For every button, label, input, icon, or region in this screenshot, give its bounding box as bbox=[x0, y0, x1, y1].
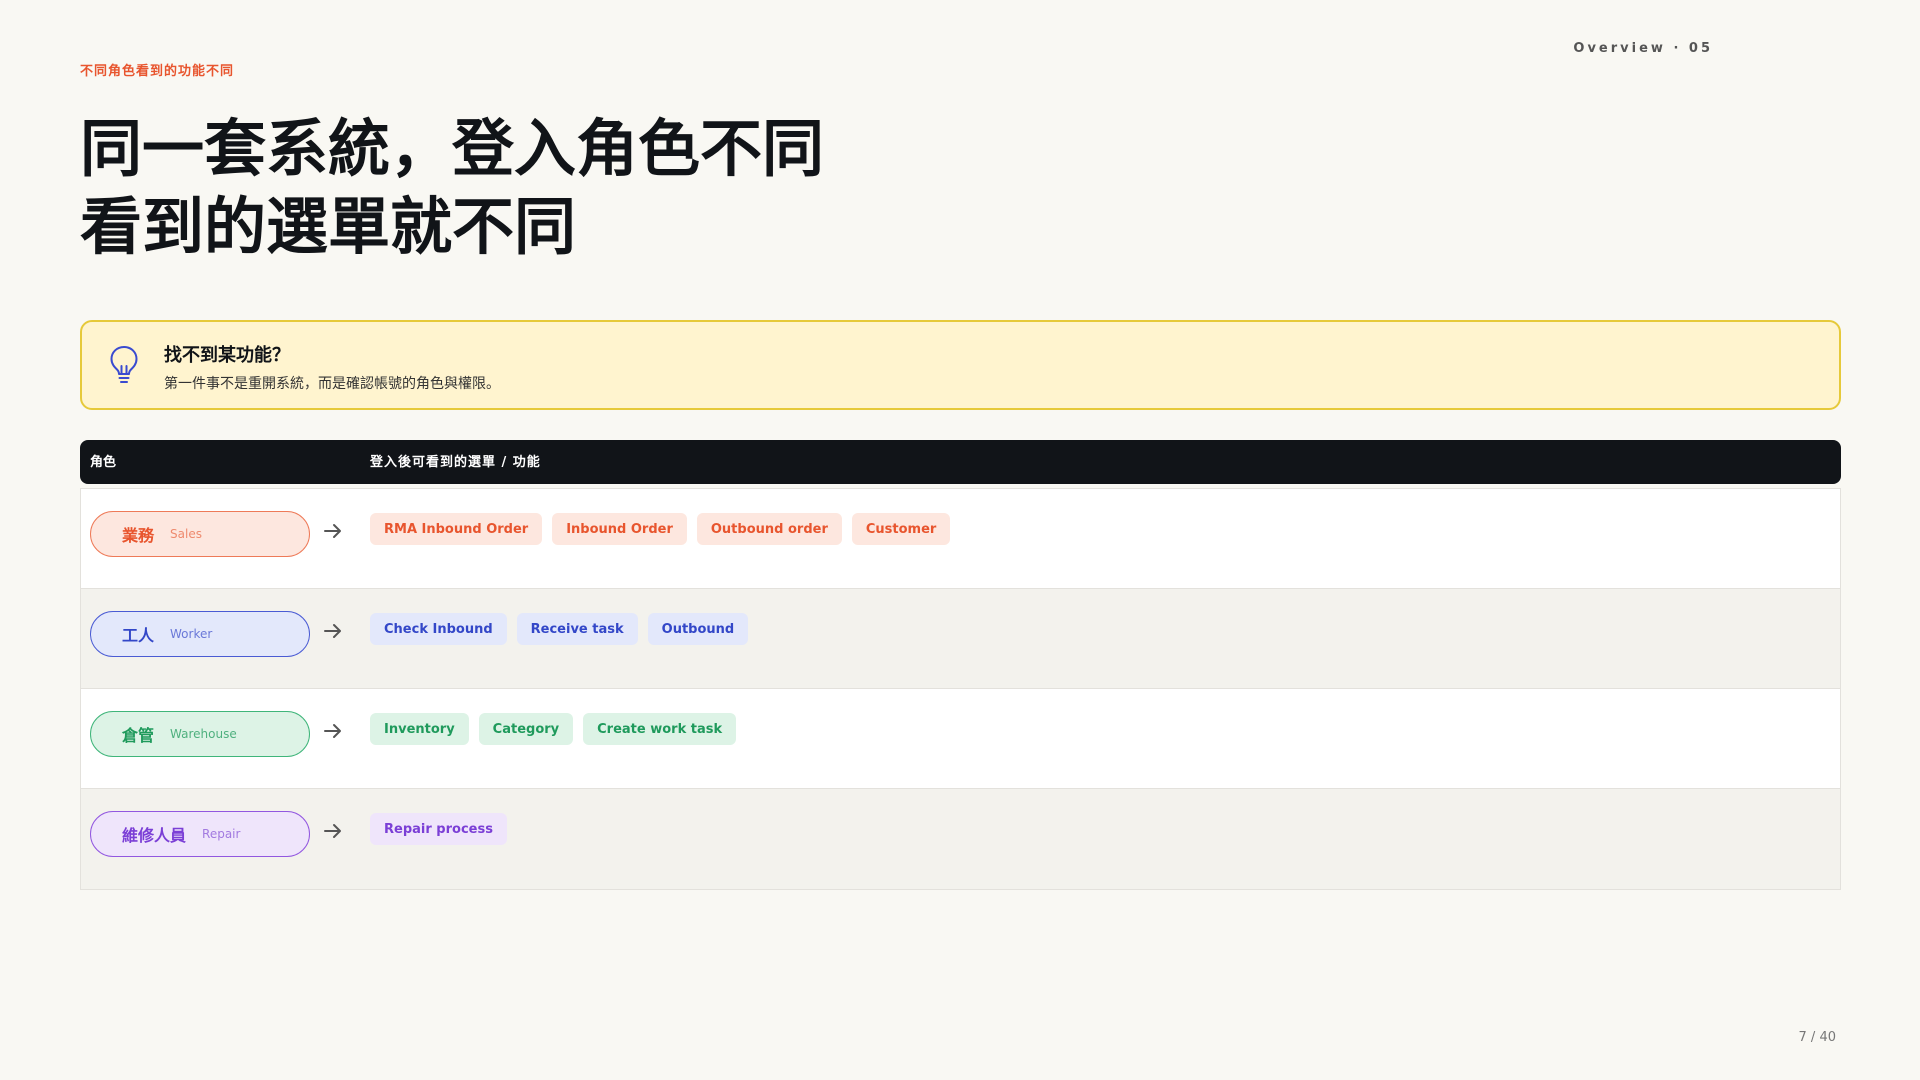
role-name-en: Warehouse bbox=[170, 727, 237, 741]
menu-item-chip: Outbound bbox=[647, 613, 749, 645]
role-name-en: Sales bbox=[170, 527, 202, 541]
tip-callout: 找不到某功能？ 第一件事不是重開系統，而是確認帳號的角色與權限。 bbox=[80, 320, 1841, 410]
arrow-right-icon bbox=[324, 824, 341, 838]
callout-title: 找不到某功能？ bbox=[164, 345, 290, 366]
menu-items: Inventory Category Create work task bbox=[370, 713, 737, 745]
menu-item-chip: Create work task bbox=[583, 713, 737, 745]
table-row: 倉管 Warehouse Inventory Category Create work … bbox=[81, 689, 1840, 789]
role-name: 業務 bbox=[122, 526, 155, 545]
menu-item-chip: Receive task bbox=[516, 613, 638, 645]
menu-item-chip: Inventory bbox=[370, 713, 469, 745]
role-badge: 工人 Worker bbox=[90, 611, 310, 657]
table-row: 工人 Worker Check Inbound Receive task Outboun… bbox=[81, 589, 1840, 689]
role-badge: 維修人員 Repair bbox=[90, 811, 310, 857]
menu-item-chip: Customer bbox=[851, 513, 951, 545]
role-menu-table: 角色 登入後可看到的選單 / 功能 業務 Sales RMA Inbound Ord… bbox=[80, 440, 1841, 890]
table-header: 角色 登入後可看到的選單 / 功能 bbox=[80, 440, 1841, 484]
menu-item-chip: Category bbox=[478, 713, 574, 745]
role-name: 維修人員 bbox=[122, 826, 187, 845]
menu-item-chip: Check Inbound bbox=[370, 613, 507, 645]
menu-items: RMA Inbound Order Inbound Order Outbound o… bbox=[370, 513, 951, 545]
role-name: 工人 bbox=[122, 626, 155, 645]
menu-item-chip: Inbound Order bbox=[552, 513, 687, 545]
arrow-right-icon bbox=[324, 624, 341, 638]
page-title: 同一套系統，登入角色不同 看到的選單就不同 bbox=[80, 110, 980, 266]
table-row: 業務 Sales RMA Inbound Order Inbound Order Out… bbox=[81, 489, 1840, 589]
menu-items: Repair process bbox=[370, 813, 507, 845]
column-header-role: 角色 bbox=[90, 455, 117, 470]
column-header-menu: 登入後可看到的選單 / 功能 bbox=[370, 455, 541, 470]
role-badge: 業務 Sales bbox=[90, 511, 310, 557]
callout-body: 第一件事不是重開系統，而是確認帳號的角色與權限。 bbox=[164, 376, 500, 392]
page-title-line-2: 看到的選單就不同 bbox=[80, 190, 577, 263]
lightbulb-icon bbox=[110, 346, 138, 383]
role-name-en: Repair bbox=[202, 827, 241, 841]
role-name: 倉管 bbox=[122, 726, 155, 745]
role-badge: 倉管 Warehouse bbox=[90, 711, 310, 757]
section-tag: Overview · 05 bbox=[1573, 41, 1713, 56]
table-row: 維修人員 Repair Repair process bbox=[81, 789, 1840, 889]
page-number: 7 / 40 bbox=[1798, 1030, 1836, 1045]
eyebrow-label: 不同角色看到的功能不同 bbox=[80, 64, 235, 79]
menu-items: Check Inbound Receive task Outbound bbox=[370, 613, 749, 645]
menu-item-chip: RMA Inbound Order bbox=[370, 513, 543, 545]
arrow-right-icon bbox=[324, 724, 341, 738]
role-name-en: Worker bbox=[170, 627, 213, 641]
arrow-right-icon bbox=[324, 524, 341, 538]
table-body: 業務 Sales RMA Inbound Order Inbound Order Out… bbox=[80, 488, 1841, 890]
menu-item-chip: Outbound order bbox=[696, 513, 842, 545]
menu-item-chip: Repair process bbox=[370, 813, 507, 845]
page-title-line-1: 同一套系統，登入角色不同 bbox=[80, 112, 825, 185]
